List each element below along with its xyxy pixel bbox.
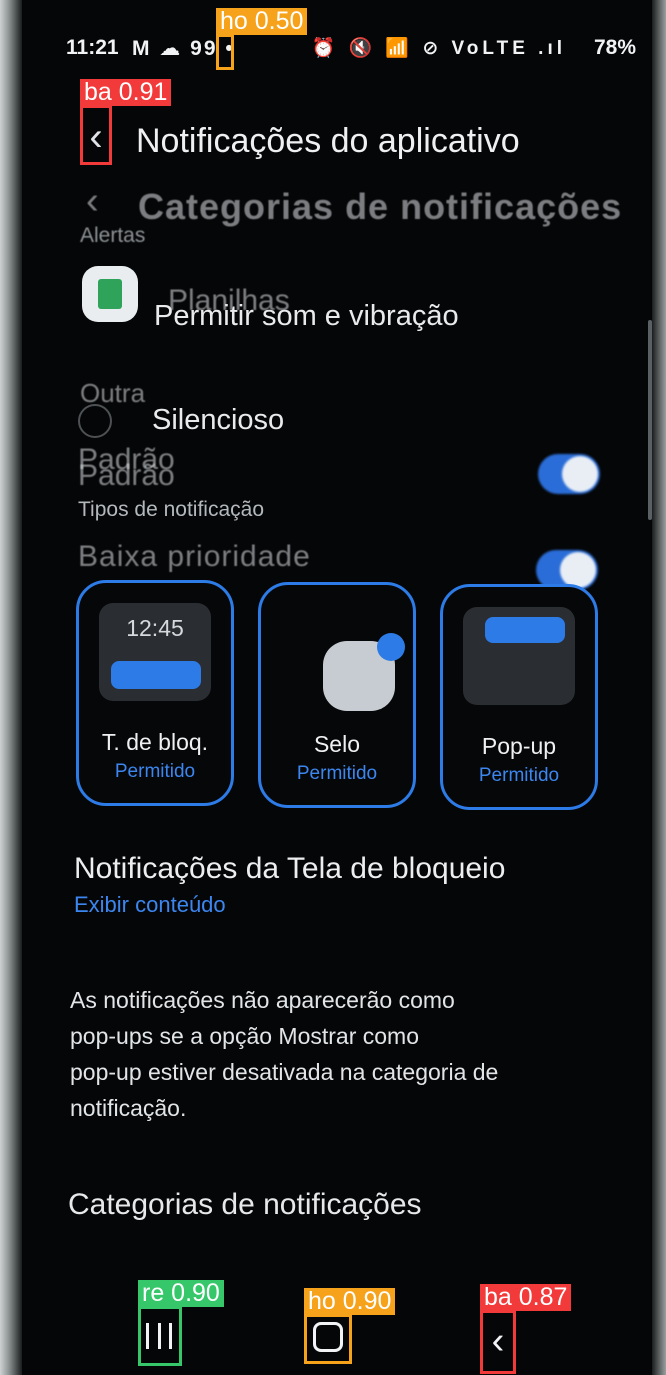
battery-level: 78% [593, 36, 636, 59]
ghost-padrao-label-echo: Padrão [78, 459, 175, 492]
card-status: Permitido [478, 765, 560, 786]
preview-notification-bar [111, 661, 201, 689]
detection-box: ho 0.90 [304, 1288, 396, 1364]
card-popup[interactable]: Pop-up Permitido [440, 584, 598, 810]
detection-box: ho 0.50 [216, 8, 308, 70]
spreadsheet-icon [98, 279, 122, 309]
card-status: Permitido [114, 761, 196, 782]
page-title: Notificações do aplicativo [136, 122, 520, 160]
detection-label: re 0.90 [138, 1280, 224, 1307]
device-frame-right [652, 0, 666, 1375]
popup-description: As notificações não aparecerão como pop-… [70, 982, 570, 1126]
radio-button[interactable] [78, 404, 112, 438]
system-status-icons: ⏰ 🔇 📶 ⊘ VoLTE .ıl [311, 38, 566, 59]
detection-label: ba 0.91 [80, 79, 172, 106]
popup-notification-bar [485, 617, 565, 643]
option-sound-vibration[interactable]: Permitir som e vibração [154, 300, 459, 333]
scrollbar[interactable] [648, 320, 652, 520]
card-name: Selo [313, 731, 361, 757]
card-status: Permitido [296, 763, 378, 784]
ghost-baixa-prioridade-label: Baixa prioridade [78, 540, 311, 573]
status-bar: 11:21 M ☁ 99 • ⏰ 🔇 📶 ⊘ VoLTE .ıl 78% [66, 36, 646, 64]
toggle-switch[interactable] [538, 454, 600, 494]
notification-categories-link[interactable]: Categorias de notificações [68, 1188, 422, 1222]
ghost-back-icon: ‹ [86, 180, 99, 222]
card-name: T. de bloq. [101, 729, 209, 755]
card-lock-screen[interactable]: 12:45 T. de bloq. Permitido [76, 580, 234, 806]
badge-dot-icon [377, 633, 405, 661]
badge-preview [281, 605, 405, 711]
status-time: 11:21 [66, 36, 119, 59]
description-line: pop-ups se a opção Mostrar como [70, 1023, 420, 1049]
lockscreen-notifications-value[interactable]: Exibir conteúdo [74, 892, 226, 918]
detection-box: ba 0.91 [80, 79, 172, 165]
device-frame-left [0, 0, 22, 1375]
notification-types-label: Tipos de notificação [78, 498, 264, 521]
ghost-categories-title: Categorias de notificações [138, 186, 623, 227]
sheets-app-icon [82, 266, 138, 322]
detection-label: ho 0.90 [304, 1288, 396, 1315]
detection-box: ba 0.87 [480, 1284, 572, 1374]
detection-label: ho 0.50 [216, 8, 308, 35]
preview-time: 12:45 [126, 615, 184, 641]
description-line: pop-up estiver desativada na categoria d… [70, 1059, 499, 1085]
lockscreen-notifications-title[interactable]: Notificações da Tela de bloqueio [74, 852, 505, 886]
toggle-knob [560, 552, 596, 588]
ghost-alertas-label: Alertas [80, 224, 146, 247]
detection-box: re 0.90 [138, 1280, 224, 1366]
detection-label: ba 0.87 [480, 1284, 572, 1311]
toggle-knob [562, 456, 598, 492]
card-badge[interactable]: Selo Permitido [258, 582, 416, 808]
lock-screen-preview: 12:45 [99, 603, 211, 701]
popup-preview [463, 607, 575, 705]
description-line: As notificações não aparecerão como [70, 987, 455, 1013]
card-name: Pop-up [481, 733, 557, 759]
option-silent[interactable]: Silencioso [152, 404, 284, 437]
description-line: notificação. [70, 1095, 187, 1121]
